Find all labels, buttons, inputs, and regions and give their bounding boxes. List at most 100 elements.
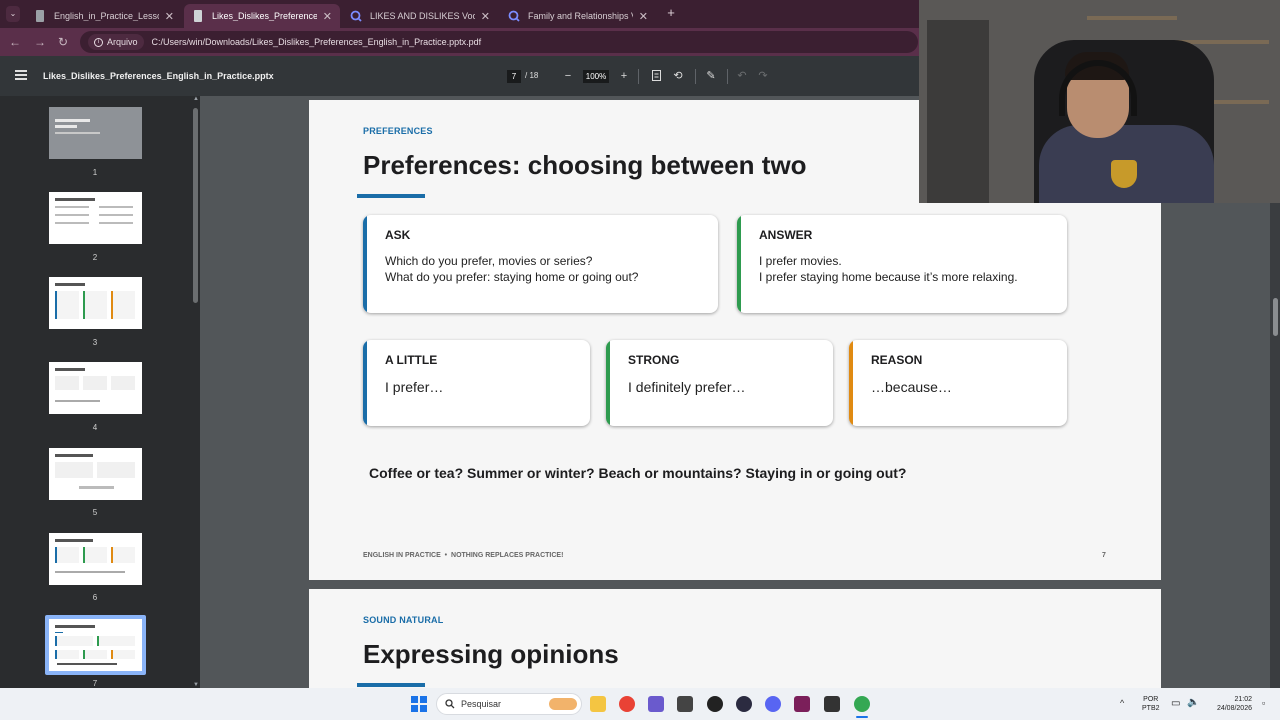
language-code: POR [1143,696,1159,703]
draw-icon[interactable]: ✎ [704,70,718,83]
address-bar[interactable]: i Arquivo C:/Users/win/Downloads/Likes_D… [80,31,918,53]
page-thumbnail-4[interactable] [49,362,142,414]
network-icon[interactable]: ▭ [1171,698,1180,709]
forward-icon[interactable]: → [33,35,47,49]
info-icon: i [94,37,103,47]
card-title: REASON [871,353,923,367]
zoom-out-icon[interactable]: − [561,70,575,83]
slide-footer: ENGLISH IN PRACTICE • NOTHING REPLACES P… [363,552,564,559]
viewer-scrollbar[interactable] [1270,203,1280,688]
page-total: / 18 [525,71,539,80]
slide-title: Preferences: choosing between two [363,150,807,180]
thumbnail-sidebar: 1 2 3 4 5 6 7 [0,96,200,688]
toolbar-divider [638,69,639,84]
app-icon[interactable] [677,696,693,712]
menu-icon[interactable] [15,70,27,80]
page-thumbnail-1[interactable] [49,107,142,159]
viewer-scroll-thumb[interactable] [1273,298,1278,336]
tab-family-vocabulary[interactable]: Family and Relationships Vocab ✕ [500,4,656,28]
thumbnail-number: 7 [92,679,98,688]
chrome-icon[interactable] [619,696,635,712]
page-thumbnail-6[interactable] [49,533,142,585]
slide-title: Expressing opinions [363,639,619,669]
zoom-input[interactable]: 100% [583,70,609,83]
card-line: Which do you prefer, movies or series? [385,254,593,268]
notification-icon[interactable]: ▫ [1262,698,1265,708]
slide-page-number: 7 [1102,552,1106,559]
app-icon[interactable] [794,696,810,712]
file-chip[interactable]: i Arquivo [88,34,144,50]
taskbar-search[interactable]: Pesquisar [436,693,582,715]
windows-taskbar: Pesquisar ^ POR PTB2 ▭ 🔈 21:02 24/08/202… [0,688,1280,720]
url-text: C:/Users/win/Downloads/Likes_Dislikes_Pr… [151,37,482,47]
search-q-icon [508,10,520,22]
search-highlight-icon [549,698,577,710]
card-a-little: A LITTLE I prefer… [363,340,590,426]
sidebar-scrollbar[interactable]: ▲ ▼ [191,96,200,688]
chrome-icon[interactable] [854,696,870,712]
clock[interactable]: 21:02 24/08/2026 [1208,695,1252,713]
tab-title: LIKES AND DISLIKES Vocabulary [370,11,475,21]
card-accent-bar [737,215,741,313]
card-title: ANSWER [759,228,813,242]
close-icon[interactable]: ✕ [165,10,174,23]
page-thumbnail-7[interactable] [49,619,142,671]
thumbnail-number: 6 [92,593,98,602]
webcam-shelf [1087,16,1177,20]
page-thumbnail-2[interactable] [49,192,142,244]
slide-kicker: SOUND NATURAL [363,615,444,625]
back-icon[interactable]: ← [8,35,22,49]
tab-likes-dislikes[interactable]: Likes_Dislikes_Preferences_Engl ✕ [184,4,340,28]
thumbnail-number: 4 [92,423,98,432]
card-line: I prefer… [385,379,444,395]
app-icon[interactable] [707,696,723,712]
slide-prompt: Coffee or tea? Summer or winter? Beach o… [369,465,907,481]
app-icon[interactable] [736,696,752,712]
title-underline [357,683,425,687]
windows-start-icon[interactable] [411,696,427,712]
redo-icon[interactable]: ↷ [756,70,770,83]
page-thumbnail-3[interactable] [49,277,142,329]
app-icon[interactable] [824,696,840,712]
discord-icon[interactable] [765,696,781,712]
reload-icon[interactable]: ↻ [56,35,70,49]
rotate-icon[interactable]: ⟲ [671,70,685,83]
webcam-overlay [919,0,1280,203]
card-line: What do you prefer: staying home or goin… [385,270,639,284]
keyboard-layout: PTB2 [1142,705,1160,712]
volume-icon[interactable]: 🔈 [1187,697,1199,708]
slide-page-8: SOUND NATURAL Expressing opinions [309,589,1161,688]
taskbar-search-label: Pesquisar [461,699,502,709]
search-icon [445,699,455,709]
close-icon[interactable]: ✕ [481,10,490,23]
page-thumbnail-5[interactable] [49,448,142,500]
card-line: I prefer movies. [759,254,842,268]
page-number-input[interactable]: 7 [507,70,521,83]
language-indicator[interactable]: POR PTB2 [1142,695,1160,713]
webcam-door [927,20,989,203]
new-tab-button[interactable]: + [664,6,678,20]
tab-lesson-04[interactable]: English_in_Practice_Lesson_04_I ✕ [26,4,182,28]
file-chip-label: Arquivo [107,37,138,47]
tab-search-dropdown-icon[interactable]: ⌄ [6,6,20,22]
fit-page-icon[interactable] [649,70,663,83]
zoom-in-icon[interactable]: + [617,70,631,83]
card-answer: ANSWER I prefer movies. I prefer staying… [737,215,1067,313]
close-icon[interactable]: ✕ [639,10,648,23]
chevron-up-icon[interactable]: ^ [1120,698,1124,708]
document-title: Likes_Dislikes_Preferences_English_in_Pr… [43,71,274,81]
card-title: ASK [385,228,411,242]
tab-likes-vocabulary[interactable]: LIKES AND DISLIKES Vocabulary ✕ [342,4,498,28]
thumbnail-number: 3 [92,338,98,347]
title-underline [357,194,425,198]
card-line: …because… [871,379,952,395]
card-ask: ASK Which do you prefer, movies or serie… [363,215,718,313]
app-icon[interactable] [648,696,664,712]
undo-icon[interactable]: ↶ [735,70,749,83]
close-icon[interactable]: ✕ [323,10,332,23]
file-explorer-icon[interactable] [590,696,606,712]
slide-kicker: PREFERENCES [363,126,433,136]
sidebar-scroll-thumb[interactable] [193,108,198,303]
tab-title: Likes_Dislikes_Preferences_Engl [212,11,317,21]
card-strong: STRONG I definitely prefer… [606,340,833,426]
